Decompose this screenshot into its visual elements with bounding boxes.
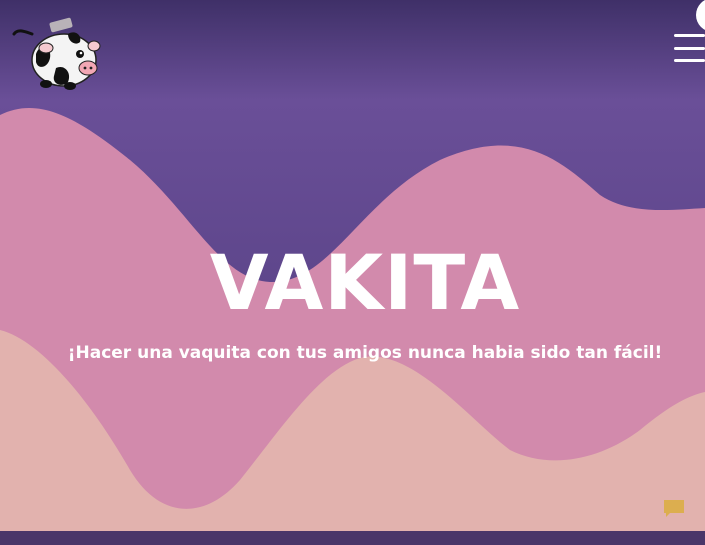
- menu-line: [674, 59, 705, 62]
- hero-section: VAKITA ¡Hacer una vaquita con tus amigos…: [0, 0, 705, 545]
- hero-title: VAKITA: [209, 238, 521, 327]
- top-navbar: [0, 0, 705, 100]
- chat-bubble-icon[interactable]: [663, 498, 685, 518]
- menu-line: [674, 34, 705, 37]
- hero-subtitle: ¡Hacer una vaquita con tus amigos nunca …: [67, 343, 663, 363]
- cow-logo-icon[interactable]: [8, 12, 104, 92]
- menu-line: [674, 46, 705, 50]
- footer-bar: [0, 531, 705, 545]
- hamburger-menu-icon[interactable]: [674, 34, 705, 62]
- corner-circle-button[interactable]: [696, 0, 705, 32]
